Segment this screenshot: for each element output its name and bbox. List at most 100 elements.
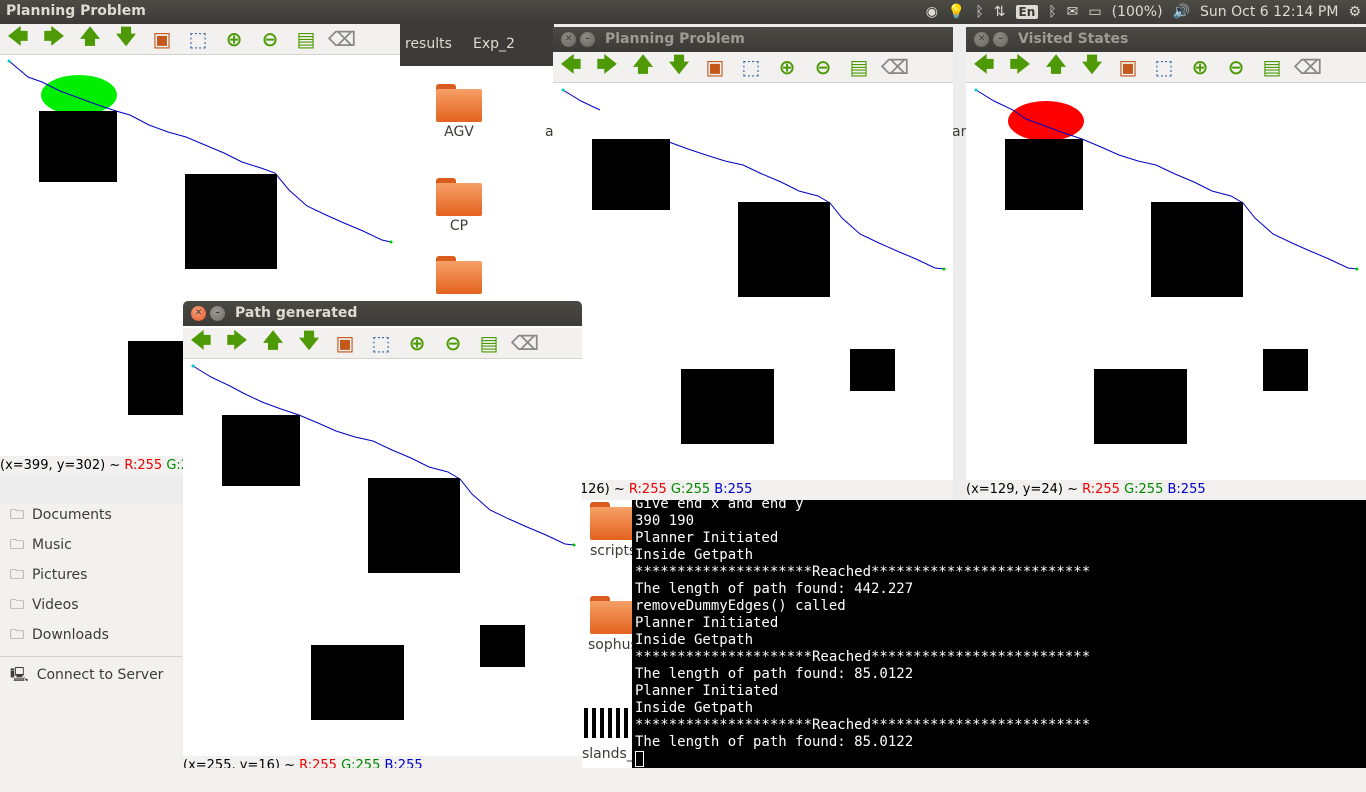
- close-button[interactable]: ✕: [974, 32, 989, 47]
- image-button[interactable]: ▣: [697, 54, 733, 80]
- terminal-line: Planner Initiated: [635, 615, 779, 631]
- title-bar[interactable]: ✕ – Path generated: [183, 301, 582, 326]
- clock[interactable]: Sun Oct 6 12:14 PM: [1200, 4, 1338, 20]
- folder-label-partial[interactable]: ar: [952, 124, 966, 140]
- clear-button[interactable]: ⌫: [877, 54, 913, 80]
- up-arrow-button[interactable]: 🡅: [625, 52, 661, 80]
- zoom-in-button[interactable]: ⊕: [216, 26, 252, 52]
- sidebar-item-downloads[interactable]: 🗀 Downloads: [10, 624, 109, 646]
- folder-label-scripts[interactable]: scripts: [590, 543, 636, 559]
- network-icon[interactable]: ⇅: [994, 4, 1006, 20]
- path-canvas[interactable]: [183, 359, 582, 756]
- planning-window-mid: ✕ – Planning Problem 🡄 🡆 🡅 🡇 ▣ ⬚ ⊕ ⊖ ▤ ⌫ , y=126)…: [553, 27, 953, 500]
- zoom-in-button[interactable]: ⊕: [1182, 54, 1218, 80]
- window-title: Visited States: [1018, 31, 1129, 47]
- gear-icon[interactable]: ⚙: [1348, 4, 1361, 20]
- back-arrow-button[interactable]: 🡄: [183, 328, 219, 356]
- zoom-out-button[interactable]: ⊖: [1218, 54, 1254, 80]
- planning-canvas[interactable]: [553, 83, 953, 480]
- start-point: [191, 364, 195, 368]
- sidebar-item-videos[interactable]: 🗀 Videos: [10, 594, 79, 616]
- folder-label-cp[interactable]: CP: [420, 218, 498, 234]
- zoom-fit-button[interactable]: ⬚: [363, 330, 399, 356]
- record-icon[interactable]: ◉: [926, 4, 938, 20]
- down-arrow-button[interactable]: 🡇: [661, 52, 697, 80]
- save-button[interactable]: ▤: [841, 54, 877, 80]
- folder-icon[interactable]: [590, 502, 636, 540]
- forward-arrow-button[interactable]: 🡆: [589, 52, 625, 80]
- title-bar[interactable]: ✕ – Visited States: [966, 27, 1366, 52]
- bluetooth-icon[interactable]: ᛒ: [1048, 4, 1056, 20]
- obstacle: [311, 645, 404, 720]
- up-arrow-button[interactable]: 🡅: [1038, 52, 1074, 80]
- down-arrow-button[interactable]: 🡇: [291, 328, 327, 356]
- image-toolbar: 🡄 🡆 🡅 🡇 ▣ ⬚ ⊕ ⊖ ▤ ⌫: [183, 328, 582, 359]
- tab-exp2[interactable]: Exp_2: [473, 36, 515, 52]
- sidebar-item-connect-server[interactable]: 🖳 Connect to Server: [10, 664, 163, 686]
- forward-arrow-icon: 🡆: [596, 52, 618, 76]
- visited-canvas[interactable]: [966, 83, 1366, 480]
- back-arrow-button[interactable]: 🡄: [553, 52, 589, 80]
- back-arrow-button[interactable]: 🡄: [966, 52, 1002, 80]
- minimize-button[interactable]: –: [210, 306, 225, 321]
- zoom-in-button[interactable]: ⊕: [769, 54, 805, 80]
- sidebar-item-pictures[interactable]: 🗀 Pictures: [10, 564, 87, 586]
- forward-arrow-button[interactable]: 🡆: [219, 328, 255, 356]
- keyboard-layout-indicator[interactable]: En: [1015, 5, 1039, 19]
- image-button[interactable]: ▣: [144, 26, 180, 52]
- path-generated-window: ✕ – Path generated 🡄 🡆 🡅 🡇 ▣ ⬚ ⊕ ⊖ ▤ ⌫ (x=255, y=…: [183, 301, 582, 768]
- forward-arrow-button[interactable]: 🡆: [1002, 52, 1038, 80]
- down-arrow-button[interactable]: 🡇: [108, 24, 144, 52]
- bluetooth-icon[interactable]: ᛒ: [975, 4, 983, 20]
- volume-icon[interactable]: 🔊: [1173, 4, 1190, 20]
- zoom-out-button[interactable]: ⊖: [805, 54, 841, 80]
- up-arrow-button[interactable]: 🡅: [255, 328, 291, 356]
- zoom-fit-button[interactable]: ⬚: [180, 26, 216, 52]
- zoom-in-button[interactable]: ⊕: [399, 330, 435, 356]
- status-bar: , y=126) ~ R:255 G:255 B:255: [553, 480, 953, 500]
- active-window-title: Planning Problem: [6, 3, 146, 19]
- folder-icon[interactable]: [436, 84, 482, 122]
- battery-percentage[interactable]: (100%): [1112, 4, 1163, 20]
- up-arrow-button[interactable]: 🡅: [72, 24, 108, 52]
- title-bar[interactable]: ✕ – Planning Problem: [553, 27, 953, 52]
- zoom-fit-button[interactable]: ⬚: [733, 54, 769, 80]
- save-button[interactable]: ▤: [471, 330, 507, 356]
- clear-button[interactable]: ⌫: [324, 26, 360, 52]
- sidebar-item-label: Pictures: [32, 567, 88, 583]
- folder-label-agv[interactable]: AGV: [420, 124, 498, 140]
- red-value: R:255: [124, 458, 163, 473]
- zoom-fit-button[interactable]: ⬚: [1146, 54, 1182, 80]
- mail-icon[interactable]: ✉: [1067, 4, 1079, 20]
- image-thumbnail[interactable]: [584, 708, 632, 738]
- image-icon: ▣: [335, 331, 355, 355]
- folder-icon[interactable]: [436, 178, 482, 216]
- tab-results[interactable]: results: [405, 36, 452, 52]
- image-button[interactable]: ▣: [1110, 54, 1146, 80]
- back-arrow-button[interactable]: 🡄: [0, 24, 36, 52]
- folder-icon[interactable]: [590, 596, 636, 634]
- folder-label-sophus[interactable]: sophus: [588, 637, 638, 653]
- save-button[interactable]: ▤: [288, 26, 324, 52]
- down-arrow-button[interactable]: 🡇: [1074, 52, 1110, 80]
- clear-button[interactable]: ⌫: [507, 330, 543, 356]
- close-button[interactable]: ✕: [561, 32, 576, 47]
- sidebar-item-music[interactable]: 🗀 Music: [10, 534, 72, 556]
- zoom-out-button[interactable]: ⊖: [252, 26, 288, 52]
- clear-icon: ⌫: [327, 27, 357, 51]
- clear-button[interactable]: ⌫: [1290, 54, 1326, 80]
- lightbulb-icon[interactable]: 💡: [948, 4, 965, 20]
- forward-arrow-button[interactable]: 🡆: [36, 24, 72, 52]
- tab-bar: results Exp_2: [400, 24, 554, 66]
- minimize-button[interactable]: –: [993, 32, 1008, 47]
- folder-label-partial[interactable]: slands_: [582, 746, 634, 762]
- image-button[interactable]: ▣: [327, 330, 363, 356]
- sidebar-item-documents[interactable]: 🗀 Documents: [10, 504, 112, 526]
- save-button[interactable]: ▤: [1254, 54, 1290, 80]
- folder-icon[interactable]: [436, 256, 482, 294]
- close-button[interactable]: ✕: [191, 306, 206, 321]
- battery-icon[interactable]: ▭: [1088, 4, 1101, 20]
- minimize-button[interactable]: –: [580, 32, 595, 47]
- zoom-out-button[interactable]: ⊖: [435, 330, 471, 356]
- terminal-window[interactable]: Give end x and end y 390 190 Planner Initi…: [632, 500, 1366, 768]
